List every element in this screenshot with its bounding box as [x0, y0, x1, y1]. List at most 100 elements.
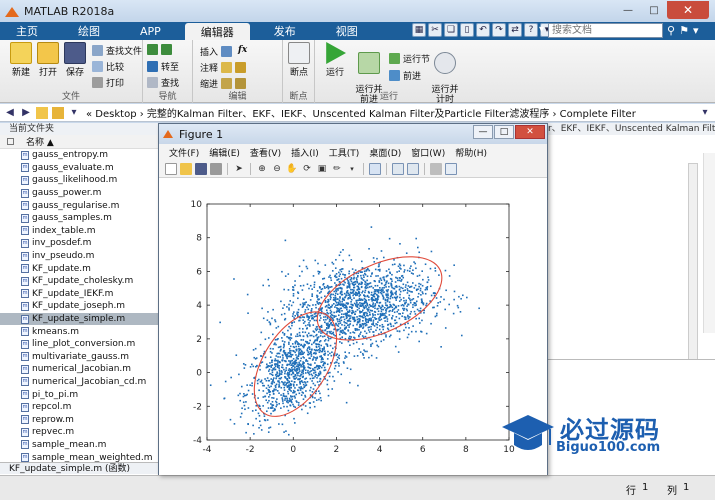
qa-switch-icon[interactable]: ⇄: [508, 23, 522, 37]
new-figure-icon[interactable]: [165, 162, 177, 175]
menu-desktop[interactable]: 桌面(D): [369, 146, 401, 159]
up-folder-icon[interactable]: [36, 106, 48, 119]
maximize-icon[interactable]: □: [641, 1, 667, 19]
menu-insert[interactable]: 插入(I): [291, 146, 319, 159]
file-list-item[interactable]: m inv_pseudo.m: [0, 250, 160, 263]
file-list-item[interactable]: m gauss_entropy.m: [0, 149, 160, 162]
figure-minimize-icon[interactable]: —: [473, 125, 493, 139]
scatter-plot[interactable]: -4 -2 0 2 4 6 8 10-4-20246810: [159, 178, 547, 475]
file-list-item[interactable]: m gauss_regularise.m: [0, 199, 160, 212]
qa-undo-icon[interactable]: ↶: [476, 23, 490, 37]
figure-maximize-icon[interactable]: □: [494, 125, 514, 139]
tab-view[interactable]: 视图: [320, 22, 374, 40]
new-button[interactable]: 新建: [6, 42, 36, 78]
file-list-item[interactable]: m gauss_power.m: [0, 187, 160, 200]
qa-copy-icon[interactable]: ❏: [444, 23, 458, 37]
search-icon[interactable]: ⚲: [667, 24, 675, 37]
print-button[interactable]: 打印: [92, 76, 124, 89]
open-button[interactable]: 打开: [33, 42, 63, 78]
search-documentation-input[interactable]: [548, 23, 663, 38]
close-icon[interactable]: ✕: [667, 1, 709, 19]
tab-apps[interactable]: APP: [124, 22, 177, 40]
file-list-item[interactable]: m line_plot_conversion.m: [0, 338, 160, 351]
menu-window[interactable]: 窗口(W): [411, 146, 445, 159]
dropdown-icon[interactable]: ▾: [68, 107, 80, 119]
file-list-item[interactable]: m numerical_Jacobian_cd.m: [0, 376, 160, 389]
run-section-button[interactable]: 运行节: [389, 52, 430, 65]
bell-icon[interactable]: ⚑: [679, 24, 689, 37]
file-list-item[interactable]: m repcol.m: [0, 401, 160, 414]
hide-plot-tools-icon[interactable]: [430, 162, 442, 175]
file-list-item[interactable]: m sample_mean.m: [0, 439, 160, 452]
figure-title-bar[interactable]: Figure 1 — □ ✕: [159, 124, 547, 144]
find-button[interactable]: 查找: [147, 76, 179, 89]
figure-close-icon[interactable]: ✕: [515, 125, 545, 139]
file-list-item[interactable]: m repvec.m: [0, 426, 160, 439]
file-list-item[interactable]: m gauss_evaluate.m: [0, 162, 160, 175]
print-figure-icon[interactable]: [210, 162, 222, 175]
brush-icon[interactable]: ✏: [331, 163, 343, 175]
qa-cut-icon[interactable]: ✂: [428, 23, 442, 37]
save-figure-icon[interactable]: [195, 162, 207, 175]
menu-view[interactable]: 查看(V): [250, 146, 281, 159]
file-list-item[interactable]: m KF_update.m: [0, 262, 160, 275]
browse-folder-icon[interactable]: [52, 106, 64, 119]
file-list-item[interactable]: m pi_to_pi.m: [0, 388, 160, 401]
breakpoints-button[interactable]: 断点: [284, 42, 314, 78]
data-cursor-icon[interactable]: ▣: [316, 163, 328, 175]
minimize-icon[interactable]: —: [615, 1, 641, 19]
file-list-item[interactable]: m gauss_samples.m: [0, 212, 160, 225]
current-path[interactable]: « Desktop › 完整的Kalman Filter、EKF、IEKF、Un…: [86, 105, 636, 120]
file-list-item[interactable]: m index_table.m: [0, 225, 160, 238]
comment-button[interactable]: 注释: [200, 61, 247, 74]
file-list-item[interactable]: m numerical_Jacobian.m: [0, 363, 160, 376]
zoom-out-icon[interactable]: ⊖: [271, 163, 283, 175]
file-list-item[interactable]: m gauss_likelihood.m: [0, 174, 160, 187]
tab-publish[interactable]: 发布: [258, 22, 312, 40]
tab-plots[interactable]: 绘图: [62, 22, 116, 40]
save-button[interactable]: 保存: [60, 42, 90, 78]
rotate-icon[interactable]: ⟳: [301, 163, 313, 175]
menu-help[interactable]: 帮助(H): [455, 146, 487, 159]
expand-icon[interactable]: ▾: [693, 24, 699, 37]
insert-button[interactable]: 插入: [200, 45, 233, 58]
file-list-item[interactable]: m kmeans.m: [0, 325, 160, 338]
menu-file[interactable]: 文件(F): [169, 146, 199, 159]
file-list-item[interactable]: m KF_update_joseph.m: [0, 300, 160, 313]
fx-button[interactable]: fx: [238, 45, 247, 55]
compare-button[interactable]: 比较: [92, 60, 124, 73]
tab-home[interactable]: 主页: [0, 22, 54, 40]
qa-redo-icon[interactable]: ↷: [492, 23, 506, 37]
editor-scrollbar[interactable]: [688, 163, 698, 363]
menu-edit[interactable]: 编辑(E): [209, 146, 240, 159]
tab-editor[interactable]: 编辑器: [184, 23, 250, 40]
brush-dropdown-icon[interactable]: ▾: [346, 163, 358, 175]
file-list-item[interactable]: m KF_update_cholesky.m: [0, 275, 160, 288]
workspace-scrollbar[interactable]: [703, 153, 715, 333]
advance-button[interactable]: 前进: [389, 69, 421, 82]
file-list-item[interactable]: m multivariate_gauss.m: [0, 351, 160, 364]
file-list-item[interactable]: m inv_posdef.m: [0, 237, 160, 250]
file-list-item[interactable]: m KF_update_IEKF.m: [0, 288, 160, 301]
pointer-icon[interactable]: ➤: [233, 163, 245, 175]
qa-paste-icon[interactable]: ▯: [460, 23, 474, 37]
forward-arrow-icon[interactable]: ▶: [20, 107, 32, 119]
menu-tools[interactable]: 工具(T): [329, 146, 360, 159]
goto-button[interactable]: 转至: [147, 60, 179, 73]
pan-icon[interactable]: ✋: [286, 163, 298, 175]
qa-help-icon[interactable]: ?: [524, 23, 538, 37]
show-plot-tools-icon[interactable]: [445, 162, 457, 175]
indent-button[interactable]: 缩进: [200, 77, 247, 90]
zoom-in-icon[interactable]: ⊕: [256, 163, 268, 175]
editor-tab-title[interactable]: r、EKF、IEKF、Unscented Kalman Filter及...: [540, 123, 715, 135]
path-dropdown-icon[interactable]: ▾: [699, 107, 711, 119]
colorbar-icon[interactable]: [392, 162, 404, 175]
back-arrow-icon[interactable]: ◀: [4, 107, 16, 119]
qa-save-icon[interactable]: ▦: [412, 23, 426, 37]
file-list-item[interactable]: m KF_update_simple.m: [0, 312, 160, 326]
name-column-header[interactable]: 名称 ▲: [0, 135, 160, 149]
link-plot-icon[interactable]: [369, 162, 381, 175]
back-forward-buttons[interactable]: [147, 44, 172, 55]
run-button[interactable]: 运行: [320, 42, 350, 78]
legend-icon[interactable]: [407, 162, 419, 175]
